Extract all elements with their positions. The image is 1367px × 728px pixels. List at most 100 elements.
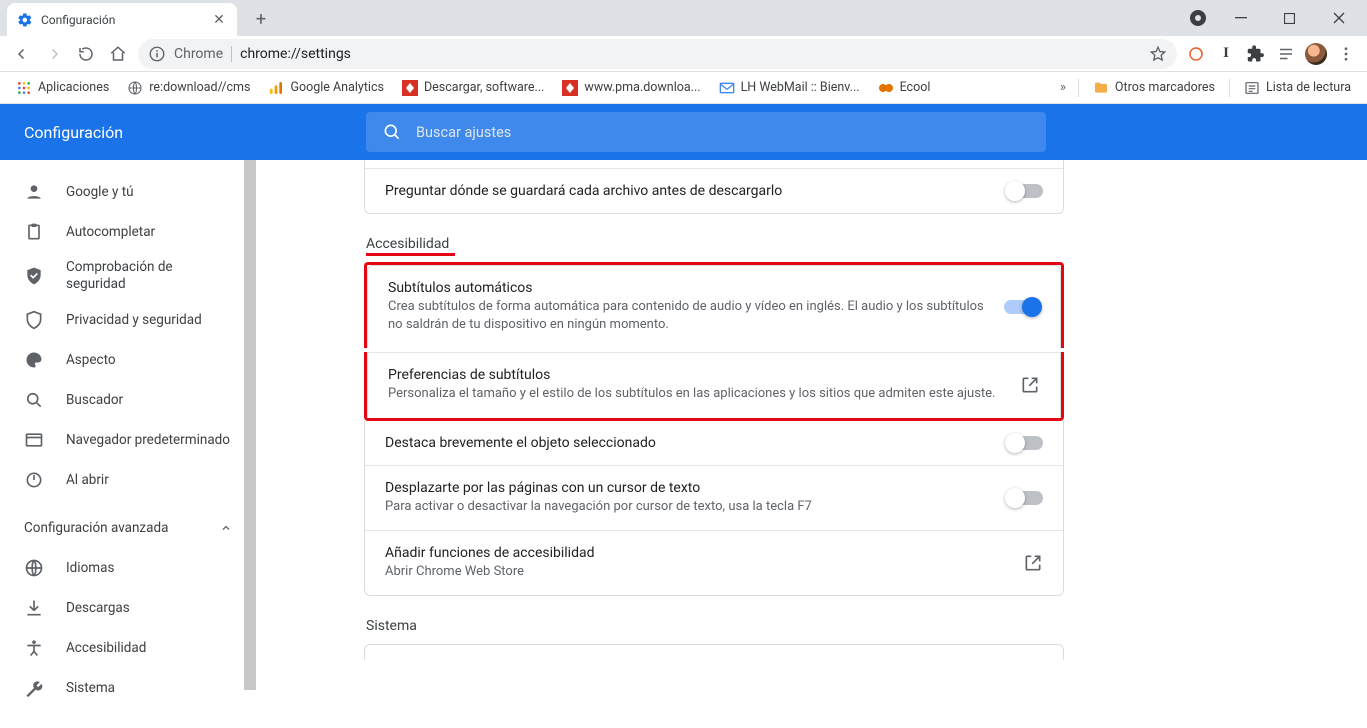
close-window-button[interactable] — [1316, 3, 1361, 33]
divider — [1078, 79, 1079, 97]
sidebar-advanced-toggle[interactable]: Configuración avanzada — [0, 508, 256, 548]
star-icon[interactable] — [1149, 45, 1167, 63]
globe-icon — [24, 558, 44, 578]
row-title: Destaca brevemente el objeto seleccionad… — [385, 435, 987, 451]
power-icon — [24, 470, 44, 490]
toggle-caret[interactable] — [1007, 491, 1043, 505]
sidebar-item-on-startup[interactable]: Al abrir — [0, 460, 256, 500]
search-icon — [24, 390, 44, 410]
row-desc: Abrir Chrome Web Store — [385, 563, 1003, 581]
browser-toolbar: Chrome chrome://settings I — [0, 36, 1367, 72]
sidebar-item-safety[interactable]: Comprobación de seguridad — [0, 252, 256, 300]
highlight-box: Subtítulos automáticos Crea subtítulos d… — [364, 262, 1064, 421]
reload-button[interactable] — [70, 38, 102, 70]
bookmark-item[interactable]: Descargar, software... — [394, 74, 552, 102]
bookmark-item[interactable]: LH WebMail :: Bienv... — [711, 74, 868, 102]
card-system-partial — [364, 644, 1064, 660]
shield-check-icon — [24, 266, 44, 286]
home-button[interactable] — [102, 38, 134, 70]
setting-row-auto-captions[interactable]: Subtítulos automáticos Crea subtítulos d… — [368, 266, 1060, 348]
extensions-icon[interactable] — [1243, 41, 1269, 67]
search-settings-input[interactable]: Buscar ajustes — [366, 112, 1046, 152]
bookmark-label: Descargar, software... — [424, 80, 544, 95]
sidebar-label: Buscador — [66, 392, 123, 409]
forward-button[interactable] — [38, 38, 70, 70]
sidebar-item-languages[interactable]: Idiomas — [0, 548, 256, 588]
sidebar-item-default-browser[interactable]: Navegador predeterminado — [0, 420, 256, 460]
sidebar-label: Accesibilidad — [66, 640, 146, 657]
bookmark-item[interactable]: www.pma.downloa... — [554, 74, 708, 102]
sidebar-item-google[interactable]: Google y tú — [0, 172, 256, 212]
bookmark-item[interactable]: re:download//cms — [119, 74, 258, 102]
new-tab-button[interactable]: + — [247, 5, 275, 33]
bookmark-label: Google Analytics — [290, 80, 384, 95]
sidebar-item-privacy[interactable]: Privacidad y seguridad — [0, 300, 256, 340]
back-button[interactable] — [6, 38, 38, 70]
sidebar-label: Privacidad y seguridad — [66, 312, 202, 329]
sidebar-label: Navegador predeterminado — [66, 432, 230, 449]
ext-icon-1[interactable] — [1183, 41, 1209, 67]
sidebar-item-accessibility[interactable]: Accesibilidad — [0, 628, 256, 668]
sidebar-item-search[interactable]: Buscador — [0, 380, 256, 420]
toggle-highlight[interactable] — [1007, 436, 1043, 450]
search-placeholder: Buscar ajustes — [416, 124, 511, 141]
account-dot-icon[interactable] — [1190, 10, 1206, 26]
wrench-icon — [24, 678, 44, 698]
apps-shortcut[interactable]: Aplicaciones — [8, 74, 117, 102]
setting-row-caret-browsing[interactable]: Desplazarte por las páginas con un curso… — [365, 465, 1063, 530]
analytics-icon — [268, 80, 284, 96]
reading-list[interactable]: Lista de lectura — [1236, 74, 1359, 102]
bookmark-item[interactable]: Ecool — [870, 74, 939, 102]
ext-icon-2[interactable]: I — [1213, 41, 1239, 67]
browser-tab[interactable]: Configuración ✕ — [7, 3, 237, 36]
bookmark-item[interactable]: Google Analytics — [260, 74, 392, 102]
sidebar-label: Comprobación de seguridad — [66, 259, 196, 293]
reading-list-icon[interactable] — [1273, 41, 1299, 67]
launch-icon — [1020, 375, 1040, 395]
address-bar[interactable]: Chrome chrome://settings — [138, 39, 1177, 69]
info-icon — [148, 45, 166, 63]
sidebar-label: Idiomas — [66, 560, 114, 577]
card-downloads-partial: Preguntar dónde se guardará cada archivo… — [364, 160, 1064, 214]
globe-icon — [127, 80, 143, 96]
apps-icon — [16, 80, 32, 96]
overflow-icon[interactable]: » — [1054, 80, 1072, 95]
bookmark-label: Lista de lectura — [1266, 80, 1351, 95]
settings-header: Configuración Buscar ajustes — [0, 104, 1367, 160]
page-title: Configuración — [0, 123, 256, 142]
row-title: Subtítulos automáticos — [388, 280, 984, 296]
divider — [1229, 79, 1230, 97]
launch-icon — [1023, 553, 1043, 573]
setting-row-webstore[interactable]: Añadir funciones de accesibilidad Abrir … — [365, 530, 1063, 595]
close-icon[interactable]: ✕ — [211, 12, 227, 28]
other-bookmarks[interactable]: Otros marcadores — [1085, 74, 1223, 102]
folder-icon — [1093, 80, 1109, 96]
bookmark-label: LH WebMail :: Bienv... — [741, 80, 860, 95]
sidebar-item-appearance[interactable]: Aspecto — [0, 340, 256, 380]
site-icon — [562, 80, 578, 96]
bookmark-label: Otros marcadores — [1115, 80, 1215, 95]
content-area: Google y tú Autocompletar Comprobación d… — [0, 160, 1367, 728]
profile-avatar[interactable] — [1303, 41, 1329, 67]
extension-icons: I — [1183, 41, 1361, 67]
bookmark-label: Aplicaciones — [38, 80, 109, 95]
minimize-button[interactable] — [1218, 3, 1263, 33]
maximize-button[interactable] — [1267, 3, 1312, 33]
sidebar-item-system[interactable]: Sistema — [0, 668, 256, 708]
sidebar-item-downloads[interactable]: Descargas — [0, 588, 256, 628]
sidebar-scrollbar[interactable] — [243, 160, 256, 728]
row-title: Preguntar dónde se guardará cada archivo… — [385, 183, 987, 199]
row-desc: Crea subtítulos de forma automática para… — [388, 298, 984, 334]
sidebar-label: Google y tú — [66, 184, 134, 201]
sidebar-label: Configuración avanzada — [24, 520, 168, 536]
setting-row-caption-prefs[interactable]: Preferencias de subtítulos Personaliza e… — [368, 352, 1060, 417]
menu-icon[interactable] — [1333, 41, 1359, 67]
toggle-auto-captions[interactable] — [1004, 300, 1040, 314]
sidebar-item-autofill[interactable]: Autocompletar — [0, 212, 256, 252]
omnibox-path: chrome://settings — [240, 46, 351, 62]
search-icon — [382, 122, 402, 142]
toggle-ask-save[interactable] — [1007, 184, 1043, 198]
setting-row-highlight-object[interactable]: Destaca brevemente el objeto seleccionad… — [365, 421, 1063, 465]
setting-row-ask-save[interactable]: Preguntar dónde se guardará cada archivo… — [365, 168, 1063, 213]
clipboard-icon — [24, 222, 44, 242]
